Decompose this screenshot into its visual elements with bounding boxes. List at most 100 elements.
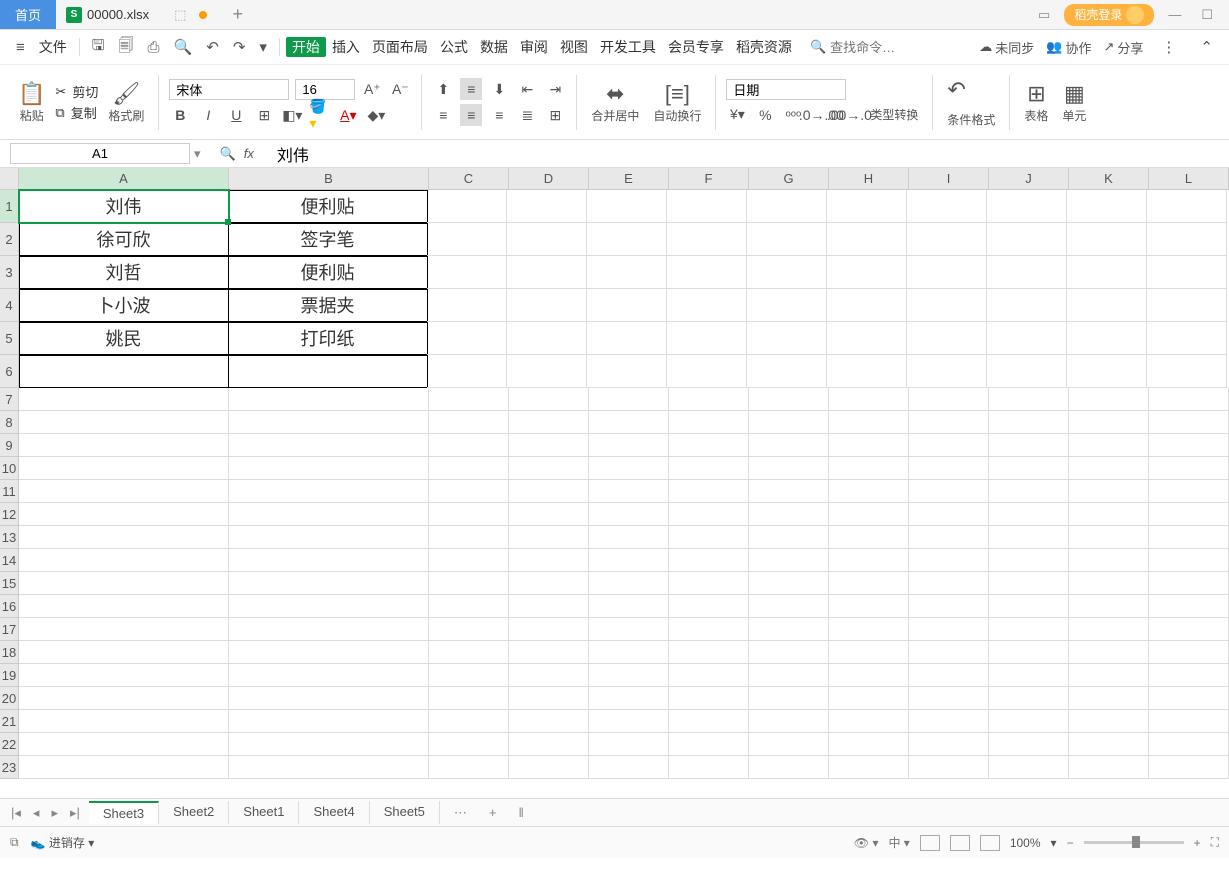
cell-H1[interactable] (827, 190, 907, 223)
cell-B11[interactable] (229, 480, 429, 503)
cell-G12[interactable] (749, 503, 829, 526)
save-as-icon[interactable]: 🗐 (113, 31, 140, 64)
cell-A10[interactable] (19, 457, 229, 480)
cell-G20[interactable] (749, 687, 829, 710)
cell-C13[interactable] (429, 526, 509, 549)
cell-J6[interactable] (987, 355, 1067, 388)
cell-L20[interactable] (1149, 687, 1229, 710)
cell-J1[interactable] (987, 190, 1067, 223)
cell-F23[interactable] (669, 756, 749, 779)
cell-F9[interactable] (669, 434, 749, 457)
cell-G13[interactable] (749, 526, 829, 549)
decrease-font-icon[interactable]: A⁻ (389, 78, 411, 100)
cell-J9[interactable] (989, 434, 1069, 457)
cell-I7[interactable] (909, 388, 989, 411)
cell-F11[interactable] (669, 480, 749, 503)
command-search-input[interactable] (830, 40, 910, 55)
cell-J8[interactable] (989, 411, 1069, 434)
cell-I9[interactable] (909, 434, 989, 457)
cell-K14[interactable] (1069, 549, 1149, 572)
cell-K18[interactable] (1069, 641, 1149, 664)
cell-H18[interactable] (829, 641, 909, 664)
paste-button[interactable]: 📋粘贴 (14, 79, 49, 126)
cell-D2[interactable] (507, 223, 587, 256)
cell-I11[interactable] (909, 480, 989, 503)
cell-J10[interactable] (989, 457, 1069, 480)
cell-I14[interactable] (909, 549, 989, 572)
cell-I18[interactable] (909, 641, 989, 664)
cell-J14[interactable] (989, 549, 1069, 572)
cell-B10[interactable] (229, 457, 429, 480)
cell-A23[interactable] (19, 756, 229, 779)
fill-handle[interactable] (225, 219, 231, 225)
cell-K21[interactable] (1069, 710, 1149, 733)
cell-L5[interactable] (1147, 322, 1227, 355)
currency-icon[interactable]: ¥▾ (726, 104, 748, 126)
align-bottom-icon[interactable]: ⬇ (488, 78, 510, 100)
cell-A18[interactable] (19, 641, 229, 664)
cell-L14[interactable] (1149, 549, 1229, 572)
cell-B3[interactable]: 便利贴 (228, 256, 428, 289)
cell-E4[interactable] (587, 289, 667, 322)
row-header-18[interactable]: 18 (0, 641, 19, 664)
cells-area[interactable]: 刘伟便利贴徐可欣签字笔刘哲便利贴卜小波票据夹姚民打印纸 (19, 190, 1229, 779)
col-header-A[interactable]: A (19, 168, 229, 189)
cell-F1[interactable] (667, 190, 747, 223)
cell-G23[interactable] (749, 756, 829, 779)
cell-J2[interactable] (987, 223, 1067, 256)
cell-J13[interactable] (989, 526, 1069, 549)
col-header-B[interactable]: B (229, 168, 429, 189)
name-box-dropdown-icon[interactable]: ▾ (190, 146, 205, 162)
cell-C8[interactable] (429, 411, 509, 434)
cell-C3[interactable] (427, 256, 507, 289)
cell-C6[interactable] (427, 355, 507, 388)
cell-I12[interactable] (909, 503, 989, 526)
menu-tab-稻壳资源[interactable]: 稻壳资源 (730, 35, 798, 59)
cell-D6[interactable] (507, 355, 587, 388)
cell-B12[interactable] (229, 503, 429, 526)
hamburger-icon[interactable]: ≡ (10, 35, 31, 60)
cell-J21[interactable] (989, 710, 1069, 733)
cell-A22[interactable] (19, 733, 229, 756)
menu-tab-审阅[interactable]: 审阅 (514, 35, 554, 59)
row-header-21[interactable]: 21 (0, 710, 19, 733)
sheet-tab-Sheet4[interactable]: Sheet4 (299, 801, 369, 824)
cell-K1[interactable] (1067, 190, 1147, 223)
cell-E23[interactable] (589, 756, 669, 779)
cell-G21[interactable] (749, 710, 829, 733)
merge-center-button[interactable]: ⬌合并居中 (587, 79, 643, 126)
cell-D16[interactable] (509, 595, 589, 618)
cell-F4[interactable] (667, 289, 747, 322)
cell-D19[interactable] (509, 664, 589, 687)
cell-C11[interactable] (429, 480, 509, 503)
cell-B14[interactable] (229, 549, 429, 572)
cell-B2[interactable]: 签字笔 (228, 223, 428, 256)
cell-I13[interactable] (909, 526, 989, 549)
cell-A3[interactable]: 刘哲 (19, 256, 229, 289)
font-color-button[interactable]: A▾ (337, 104, 359, 126)
cell-E13[interactable] (589, 526, 669, 549)
cell-L1[interactable] (1147, 190, 1227, 223)
row-header-5[interactable]: 5 (0, 322, 19, 355)
cell-F3[interactable] (667, 256, 747, 289)
cell-E16[interactable] (589, 595, 669, 618)
cell-F7[interactable] (669, 388, 749, 411)
cell-L19[interactable] (1149, 664, 1229, 687)
cell-style-button[interactable]: ◆▾ (365, 104, 387, 126)
eye-icon[interactable]: 👁 ▾ (854, 836, 879, 850)
normal-view-button[interactable] (920, 835, 940, 851)
row-header-8[interactable]: 8 (0, 411, 19, 434)
cell-L16[interactable] (1149, 595, 1229, 618)
cell-J17[interactable] (989, 618, 1069, 641)
menu-tab-数据[interactable]: 数据 (474, 35, 514, 59)
cell-E17[interactable] (589, 618, 669, 641)
cell-E5[interactable] (587, 322, 667, 355)
cell-K23[interactable] (1069, 756, 1149, 779)
cell-G18[interactable] (749, 641, 829, 664)
cell-C22[interactable] (429, 733, 509, 756)
cell-G4[interactable] (747, 289, 827, 322)
cell-K22[interactable] (1069, 733, 1149, 756)
cell-K10[interactable] (1069, 457, 1149, 480)
cell-D18[interactable] (509, 641, 589, 664)
cell-D10[interactable] (509, 457, 589, 480)
